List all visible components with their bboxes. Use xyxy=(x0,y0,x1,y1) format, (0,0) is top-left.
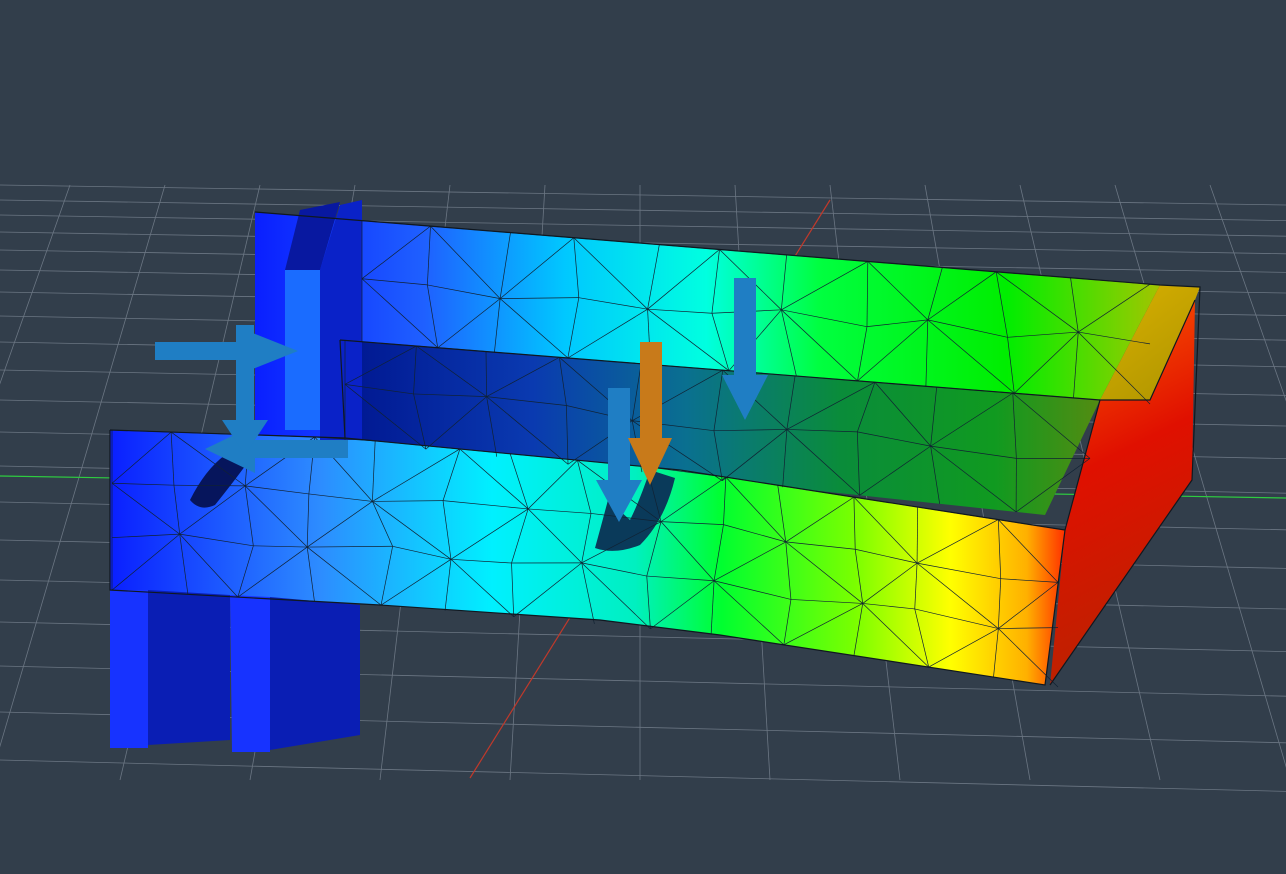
grid-line xyxy=(0,184,1286,206)
support-post-1 xyxy=(110,590,148,748)
support-post-1-side xyxy=(148,590,230,745)
grid-line xyxy=(0,214,1286,237)
support-post-2 xyxy=(230,595,270,752)
mesh-model[interactable] xyxy=(109,200,1201,752)
grid-line xyxy=(1209,184,1286,402)
grid-line xyxy=(0,759,1286,792)
simulation-scene[interactable] xyxy=(0,0,1286,874)
support-post-2-side xyxy=(270,597,360,750)
grid-line xyxy=(0,184,71,385)
grid-line xyxy=(0,199,1286,221)
3d-viewport[interactable] xyxy=(0,0,1286,874)
